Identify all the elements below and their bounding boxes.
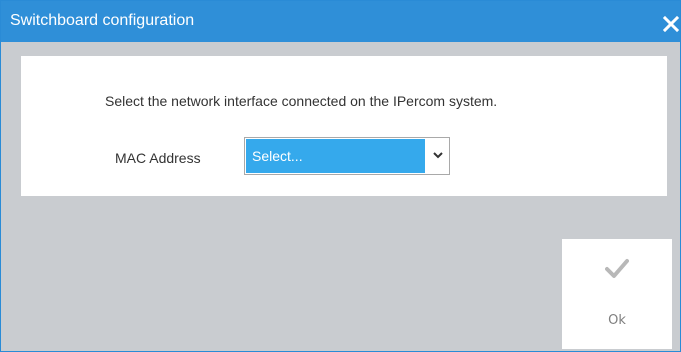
instruction-text: Select the network interface connected o… xyxy=(105,93,498,109)
mac-address-label: MAC Address xyxy=(115,150,201,166)
title-bar: Switchboard configuration xyxy=(1,1,680,42)
ok-button[interactable]: Ok xyxy=(562,239,672,349)
checkmark-icon xyxy=(605,259,629,278)
dialog-title: Switchboard configuration xyxy=(10,12,195,29)
switchboard-configuration-dialog: Switchboard configuration Select the net… xyxy=(0,0,681,352)
chevron-down-icon xyxy=(433,152,443,159)
ok-label: Ok xyxy=(608,313,626,328)
close-icon[interactable] xyxy=(663,16,679,32)
mac-address-select-value: Select... xyxy=(246,139,425,173)
content-panel: Select the network interface connected o… xyxy=(21,56,667,196)
mac-address-select[interactable]: Select... xyxy=(244,137,450,175)
